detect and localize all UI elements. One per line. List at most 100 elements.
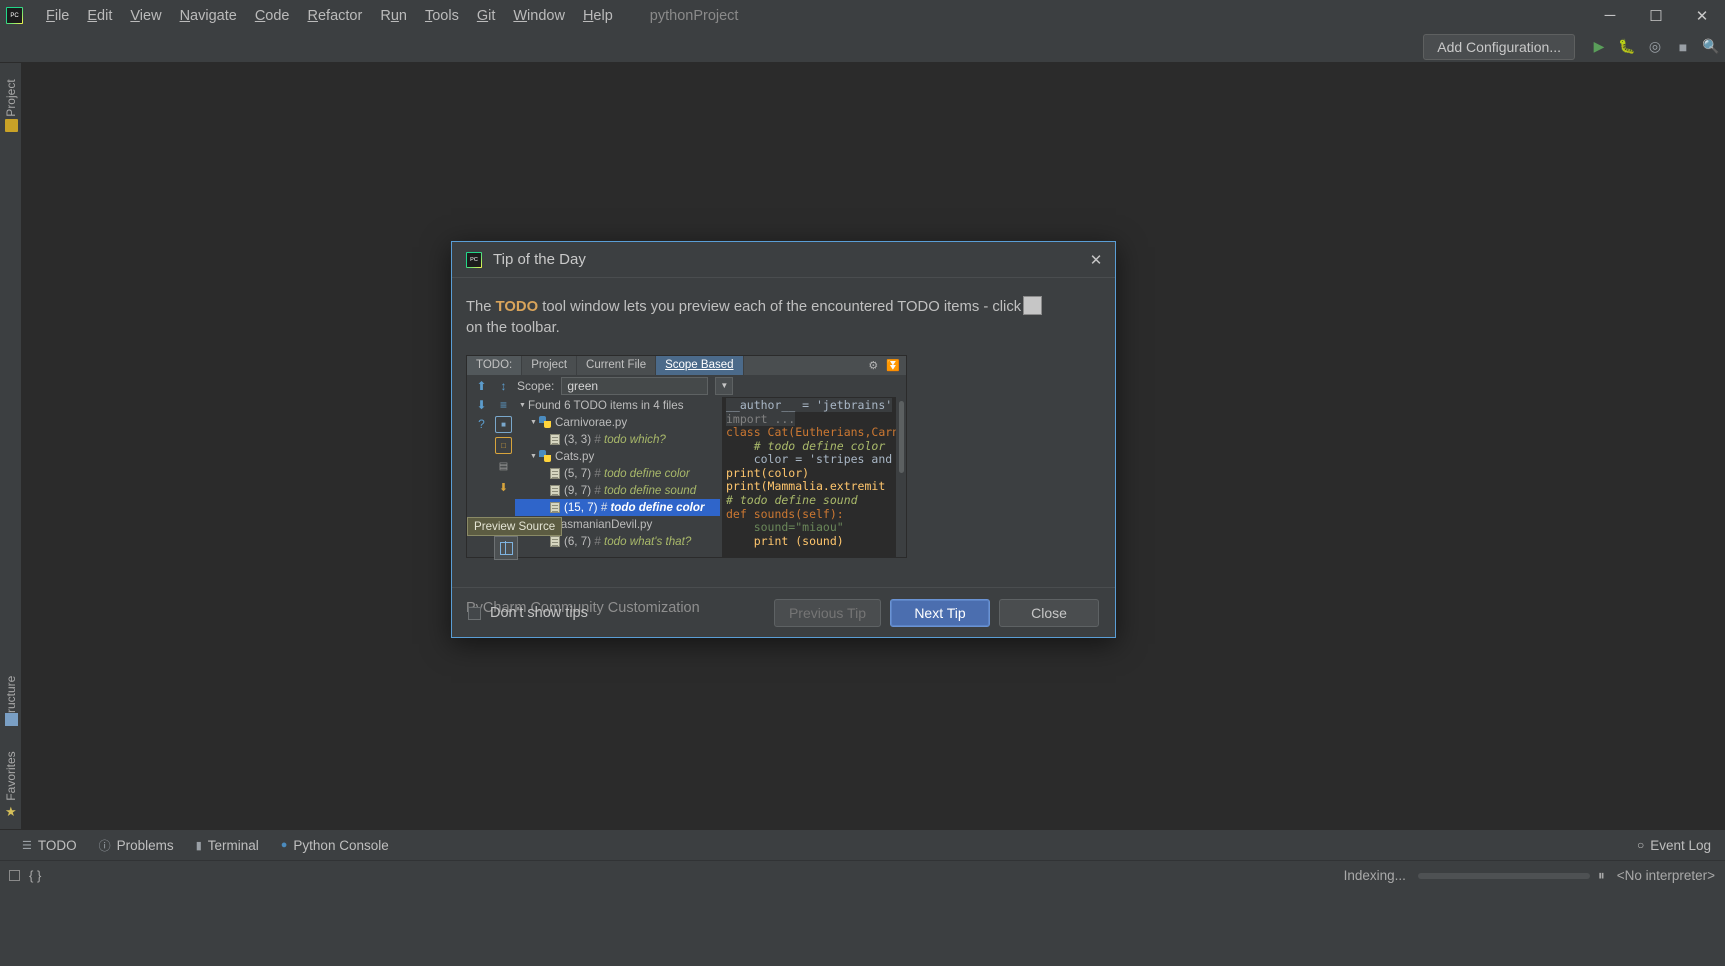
- menu-item-navigate[interactable]: Navigate: [171, 4, 246, 28]
- todo-tab-bar: TODO: Project Current File Scope Based ⚙…: [467, 355, 906, 375]
- expand-all-icon[interactable]: ≡: [495, 397, 512, 414]
- debug-icon[interactable]: 🐛: [1613, 34, 1641, 60]
- bottom-item-todo[interactable]: ☰ TODO: [22, 838, 77, 853]
- preview-source-tooltip: Preview Source: [467, 517, 563, 536]
- chevron-down-icon[interactable]: ▼: [715, 376, 734, 395]
- code-line: print(Mammalia.extremit: [726, 479, 886, 494]
- python-file-icon: [539, 416, 551, 429]
- tree-row-file[interactable]: ▼ Cats.py: [515, 448, 720, 465]
- gear-icon[interactable]: ⚙: [868, 359, 878, 372]
- todo-tab-filler: ⚙ ⏬: [743, 355, 906, 375]
- tree-row-comment: todo what's that?: [603, 534, 692, 548]
- help-icon[interactable]: ?: [473, 416, 490, 433]
- python-console-icon: ●: [280, 839, 288, 851]
- tree-row-todo[interactable]: (3, 3) # todo which?: [515, 431, 720, 448]
- chevron-down-icon[interactable]: ▼: [517, 402, 528, 409]
- tree-row-file[interactable]: ▼ Carnivorae.py: [515, 414, 720, 431]
- tip-text-after: tool window lets you preview each of the…: [538, 299, 1022, 315]
- brackets-icon[interactable]: { }: [29, 868, 41, 883]
- menu-item-view[interactable]: View: [121, 4, 170, 28]
- menu-item-edit[interactable]: Edit: [78, 4, 121, 28]
- sidebar-item-project[interactable]: Project: [4, 72, 18, 124]
- bottom-item-python-console[interactable]: ● Python Console: [281, 838, 389, 853]
- code-line: print(color): [726, 465, 810, 480]
- group-by-module-icon[interactable]: ▤: [495, 458, 512, 475]
- close-icon[interactable]: ✕: [1087, 251, 1105, 269]
- star-icon[interactable]: ★: [5, 805, 18, 818]
- tree-row-root[interactable]: ▼ Found 6 TODO items in 4 files: [515, 397, 720, 414]
- run-icon[interactable]: ▶: [1585, 34, 1613, 60]
- group-by-package-icon[interactable]: □: [495, 436, 512, 454]
- chevron-down-icon[interactable]: ▼: [528, 453, 539, 460]
- menu-item-tools[interactable]: Tools: [416, 4, 468, 28]
- preview-source-icon[interactable]: [494, 536, 518, 560]
- menu-item-file[interactable]: File: [37, 4, 78, 28]
- dialog-title: Tip of the Day: [493, 251, 586, 268]
- bottom-item-problems[interactable]: ⓘ Problems: [99, 837, 174, 854]
- bottom-item-label: Problems: [116, 837, 174, 853]
- tree-row-position: (9, 7): [564, 483, 592, 497]
- vertical-scrollbar[interactable]: [897, 396, 906, 557]
- checkbox-box[interactable]: [468, 606, 481, 620]
- bottom-item-terminal[interactable]: ▮ Terminal: [196, 838, 259, 853]
- todo-icon: ☰: [22, 839, 32, 852]
- tree-row-todo[interactable]: (9, 7) # todo define sound: [515, 482, 720, 499]
- hide-icon[interactable]: ⏬: [886, 359, 900, 372]
- tip-of-the-day-dialog: Tip of the Day ✕ The TODO tool window le…: [451, 241, 1116, 638]
- tree-row-todo-selected[interactable]: (15, 7) # todo define color: [515, 498, 720, 516]
- search-icon[interactable]: 🔍: [1697, 34, 1725, 60]
- code-line: color = 'stripes and po: [726, 452, 896, 467]
- bottom-tool-bar: ☰ TODO ⓘ Problems ▮ Terminal ● Python Co…: [0, 829, 1725, 860]
- code-line: import ...: [726, 411, 796, 426]
- status-left: { }: [9, 868, 41, 883]
- tab-project[interactable]: Project: [522, 355, 578, 375]
- todo-item-icon: [550, 484, 560, 496]
- interpreter-label[interactable]: <No interpreter>: [1617, 868, 1715, 883]
- bottom-item-label: Python Console: [293, 837, 389, 853]
- scope-row: Scope: green ▼: [467, 375, 906, 397]
- menu-item-window[interactable]: Window: [504, 4, 574, 28]
- close-button[interactable]: Close: [999, 599, 1099, 627]
- window-controls: ─ ☐ ✕: [1587, 0, 1725, 31]
- event-log-button[interactable]: ○ Event Log: [1637, 838, 1711, 853]
- menu-item-code[interactable]: Code: [246, 4, 299, 28]
- collapse-all-icon[interactable]: ↕: [495, 378, 512, 395]
- tab-current-file[interactable]: Current File: [577, 355, 657, 375]
- previous-tip-button[interactable]: Previous Tip: [773, 599, 881, 627]
- tree-row-label: TasmanianDevil.py: [555, 517, 653, 531]
- tree-row-todo[interactable]: (5, 7) # todo define color: [515, 465, 720, 482]
- menu-item-refactor[interactable]: Refactor: [299, 4, 372, 28]
- autoscroll-to-source-icon[interactable]: ■: [495, 415, 512, 433]
- tree-row-comment: todo which?: [603, 432, 666, 446]
- pycharm-logo-icon: [466, 251, 482, 268]
- menu-item-help[interactable]: Help: [574, 4, 622, 28]
- add-configuration-button[interactable]: Add Configuration...: [1423, 33, 1575, 60]
- stop-icon[interactable]: ■: [1669, 34, 1697, 60]
- tree-row-label: Carnivorae.py: [555, 415, 628, 429]
- maximize-button[interactable]: ☐: [1633, 0, 1679, 31]
- hash-mark: #: [594, 432, 601, 446]
- dont-show-tips-checkbox[interactable]: Don't show tips: [468, 605, 588, 621]
- menu-item-run[interactable]: Run: [371, 4, 416, 28]
- tree-row-position: (3, 3): [564, 432, 592, 446]
- project-folder-icon[interactable]: [5, 119, 18, 132]
- pause-icon[interactable]: ⏸: [1598, 868, 1605, 884]
- minimize-button[interactable]: ─: [1587, 0, 1633, 31]
- expand-up-icon[interactable]: ⬆: [473, 378, 490, 395]
- layout-icon[interactable]: [9, 870, 20, 881]
- scope-input[interactable]: green: [561, 376, 709, 395]
- scrollbar-thumb[interactable]: [899, 400, 904, 473]
- event-log-label: Event Log: [1650, 837, 1711, 853]
- indexing-progress: ⏸: [1417, 868, 1605, 884]
- expand-down-icon[interactable]: ⬇: [473, 397, 490, 414]
- next-tip-button[interactable]: Next Tip: [890, 599, 990, 627]
- sidebar-item-favorites[interactable]: Favorites: [4, 750, 18, 802]
- tree-row-position: (6, 7): [564, 534, 592, 548]
- coverage-icon[interactable]: ◎: [1641, 34, 1669, 60]
- tab-scope-based[interactable]: Scope Based: [656, 355, 744, 375]
- structure-icon[interactable]: [5, 713, 18, 726]
- chevron-down-icon[interactable]: ▼: [528, 419, 539, 426]
- close-button[interactable]: ✕: [1679, 0, 1725, 31]
- export-icon[interactable]: ⬇: [495, 479, 512, 496]
- menu-item-git[interactable]: Git: [468, 4, 505, 28]
